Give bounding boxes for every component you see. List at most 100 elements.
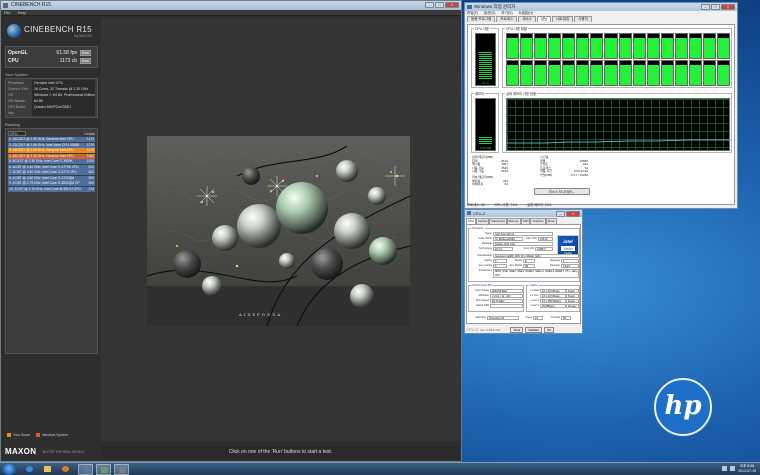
field-value: 25 MBytes <box>540 304 566 308</box>
cinebench-window: CINEBENCH R15 – □ × File Help CINEBENCH … <box>0 0 462 462</box>
taskbar-taskmanager[interactable] <box>96 464 111 475</box>
processor-select[interactable]: Processor #1 <box>487 316 519 320</box>
taskbar-cinebench[interactable] <box>78 464 93 475</box>
maximize-button[interactable]: □ <box>711 4 720 10</box>
core-graph <box>604 33 618 59</box>
cpu-usage-meter: 61 % <box>475 33 496 86</box>
tools-button[interactable]: Tools <box>510 326 524 333</box>
ranking-item[interactable]: 6. 4C/8T @ 4.40 GHz, Intel Core i7-4770K… <box>8 164 95 170</box>
core-graph-fill <box>563 37 575 58</box>
taskbar-media[interactable] <box>58 464 73 475</box>
tab-networking[interactable]: 네트워킹 <box>552 16 574 22</box>
taskbar-ie[interactable] <box>22 464 37 475</box>
field-value: 32 <box>561 316 571 320</box>
core-graph-fill <box>619 64 631 85</box>
ok-button[interactable]: OK <box>543 326 555 333</box>
field-label: Rated FSB <box>476 304 489 307</box>
ranking-details-button[interactable]: Details <box>84 132 95 136</box>
close-button[interactable]: × <box>721 4 735 10</box>
result-label: CPU <box>8 58 19 64</box>
run-opengl-button[interactable]: Run <box>80 50 91 56</box>
field-label: Max TDP <box>526 237 537 240</box>
core-graph-fill <box>605 37 617 58</box>
cpuz-titlebar[interactable]: CPU-Z – × <box>465 210 582 217</box>
field-label: Ext. Family <box>479 264 492 267</box>
clock[interactable]: 오후 8:58 2014-07-19 <box>738 464 756 473</box>
core-graph-fill <box>549 37 561 58</box>
network-icon[interactable] <box>722 466 728 471</box>
minimize-button[interactable]: – <box>425 2 434 8</box>
cinebench-titlebar[interactable]: CINEBENCH R15 – □ × <box>1 1 461 10</box>
ranking-item[interactable]: 8. 4C/8T @ 2.60 GHz, Intel Core i7-3720Q… <box>8 175 95 181</box>
core-graph-fill <box>577 37 589 58</box>
core-graph <box>702 60 716 86</box>
core-graph <box>716 33 730 59</box>
ranking-item[interactable]: 2. 12C/24T @ 2.66 GHz, Intel Xeon CPU X5… <box>8 142 95 148</box>
menu-options[interactable]: 옵션(O) <box>484 11 496 15</box>
ranking-select[interactable]: CPU <box>8 131 26 136</box>
maxon-logo: MAXON <box>5 447 37 456</box>
validate-button[interactable]: Validate <box>525 326 542 333</box>
field-value: x 21.0 ( 12 - 30 ) <box>490 294 523 298</box>
close-button[interactable]: × <box>445 2 459 8</box>
level2-row: Level 2 16 x 256 KBytes 8-way <box>528 299 580 303</box>
core-graph-fill <box>675 64 687 85</box>
menu-file[interactable]: File <box>4 10 10 15</box>
app-name: CINEBENCH R15 <box>24 24 92 34</box>
render-watermark: AIXSPONZA <box>239 312 283 317</box>
close-button[interactable]: × <box>566 211 580 217</box>
ranking-item[interactable]: 5. 6C/12T @ 3.30 GHz, Intel Core i7-3930… <box>8 159 95 164</box>
field-label: Threads <box>550 316 560 319</box>
minimize-button[interactable]: – <box>701 4 710 10</box>
field-label: Core Speed <box>475 289 489 292</box>
ranking-item[interactable]: 10. 2C/4T @ 1.70 GHz, Intel Core i5-3317… <box>8 186 95 192</box>
core-graph-fill <box>717 64 729 85</box>
maximize-button[interactable]: □ <box>435 2 444 8</box>
menu-help[interactable]: 도움말(H) <box>518 11 533 15</box>
volume-icon[interactable] <box>730 466 736 471</box>
run-cpu-button[interactable]: Run <box>80 58 91 64</box>
field-label: Instructions <box>478 269 492 272</box>
ranking-item[interactable]: 4. 16C/32T @ 2.30 GHz, Genuine Intel CPU… <box>8 153 95 159</box>
memory-meter: 1.57 GB <box>475 98 496 151</box>
field-value: Genuine Intel(R) CPU @ 2.30GHz (ES) <box>493 254 579 258</box>
tab-users[interactable]: 사용자 <box>574 16 592 22</box>
ranking-item[interactable]: 3. 16C/32T @ 2.30 GHz, Genuine Intel CPU… <box>8 148 95 153</box>
core-graph <box>604 60 618 86</box>
system-value[interactable] <box>32 110 95 116</box>
tab-applications[interactable]: 응용 프로그램 <box>467 16 496 22</box>
taskbar-explorer[interactable] <box>40 464 55 475</box>
core-graph <box>632 33 646 59</box>
memory-history-line <box>507 139 731 144</box>
core-graph <box>506 33 520 59</box>
system-row: Info <box>8 110 95 116</box>
clock-time: 오후 8:58 <box>739 464 755 468</box>
ranking-item-score: 1279 <box>86 142 94 147</box>
core-graph-fill <box>521 37 533 58</box>
field-label: Name <box>485 232 492 235</box>
tab-performance[interactable]: 성능 <box>536 16 552 22</box>
taskbar-cpuz[interactable] <box>114 464 129 475</box>
menu-help[interactable]: Help <box>18 10 26 15</box>
ranking-item[interactable]: 9. 4C/8T @ 2.79 GHz, Intel Core i7-3840Q… <box>8 181 95 186</box>
stat-key: 커밋(MB) <box>540 172 553 177</box>
field-label: Core VID <box>523 247 534 250</box>
tab-services[interactable]: 서비스 <box>518 16 536 22</box>
cpuz-brand: CPU-Z <box>466 327 479 332</box>
field-value: 8-way <box>566 294 579 298</box>
internet-explorer-icon <box>26 466 33 472</box>
start-button[interactable] <box>2 464 16 475</box>
field-label: Cores <box>525 316 532 319</box>
tab-processes[interactable]: 프로세스 <box>496 16 518 22</box>
field-value: Intel Xeon E5 v3 <box>493 232 553 236</box>
menu-file[interactable]: 파일(F) <box>467 11 478 15</box>
menu-view[interactable]: 보기(V) <box>501 11 512 15</box>
resource-monitor-button[interactable]: 리소스 모니터(R)... <box>534 188 590 195</box>
field-label: Specification <box>477 254 492 257</box>
task-manager-titlebar[interactable]: Windows 작업 관리자 – □ × <box>465 3 737 11</box>
core-graph <box>674 60 688 86</box>
ranking-item[interactable]: 1. 16C/32T @ 2.30 GHz, Genuine Intel CPU… <box>8 137 95 142</box>
minimize-button[interactable]: – <box>556 211 565 217</box>
ranking-item[interactable]: 7. 4C/8T @ 3.40 GHz, Intel Core i7-3770 … <box>8 170 95 175</box>
stat-value: 62 <box>504 182 508 187</box>
